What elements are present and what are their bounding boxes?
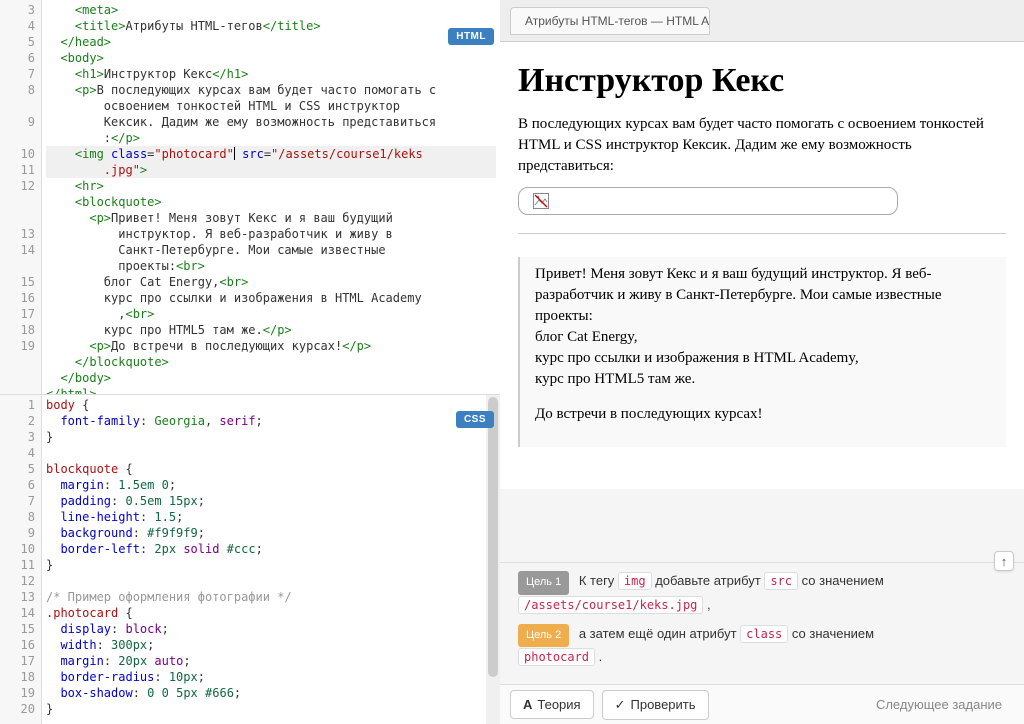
html-gutter: 345678910111213141516171819 [0, 0, 42, 394]
goal-2-badge: Цель 2 [518, 624, 569, 648]
preview-heading: Инструктор Кекс [518, 62, 1006, 100]
css-scrollbar[interactable] [486, 395, 500, 724]
preview-hr [518, 233, 1006, 234]
next-task-button[interactable]: Следующее задание [864, 691, 1014, 718]
goal-2: Цель 2 а затем ещё один атрибут class со… [518, 624, 1006, 668]
check-icon: ✓ [615, 697, 626, 713]
theory-button[interactable]: A Теория [510, 690, 594, 719]
goal-1: Цель 1 К тегу img добавьте атрибут src с… [518, 571, 1006, 615]
bottom-toolbar: A Теория ✓ Проверить Следующее задание [500, 684, 1024, 724]
preview-intro: В последующих курсах вам будет часто пом… [518, 114, 1006, 177]
browser-tab-bar: Атрибуты HTML-тегов — HTML Ac [500, 0, 1024, 42]
collapse-goals-button[interactable]: ↑ [994, 551, 1014, 571]
font-icon: A [523, 697, 532, 712]
html-badge: HTML [448, 28, 494, 45]
preview-blockquote: Привет! Меня зовут Кекс и я ваш будущий … [518, 257, 1006, 447]
check-button[interactable]: ✓ Проверить [602, 690, 709, 720]
browser-tab[interactable]: Атрибуты HTML-тегов — HTML Ac [510, 7, 710, 35]
goal-1-badge: Цель 1 [518, 571, 569, 595]
css-gutter: 1234567891011121314151617181920 [0, 395, 42, 724]
preview-pane: Инструктор Кекс В последующих курсах вам… [500, 42, 1024, 489]
goals-panel: ↑ Цель 1 К тегу img добавьте атрибут src… [500, 562, 1024, 684]
css-badge: CSS [456, 411, 494, 428]
broken-image-placeholder [518, 187, 898, 215]
html-editor[interactable]: HTML 345678910111213141516171819 <meta> … [0, 0, 500, 395]
css-editor[interactable]: CSS 1234567891011121314151617181920 body… [0, 395, 500, 724]
broken-image-icon [533, 193, 549, 209]
